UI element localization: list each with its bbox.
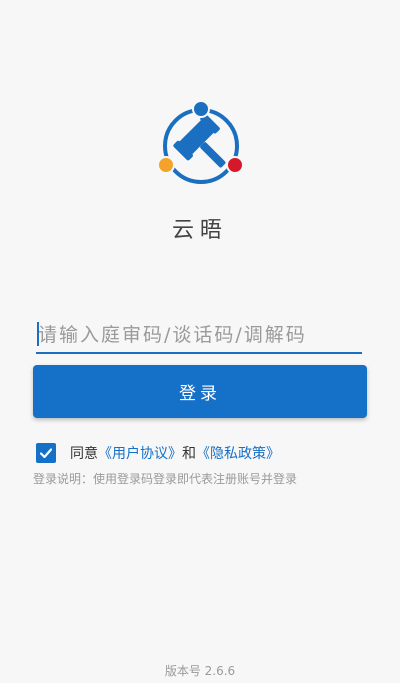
user-agreement-link[interactable]: 《用户协议》 xyxy=(98,443,182,463)
app-name: 云晤 xyxy=(171,218,228,243)
version-label: 版本号 2.6.6 xyxy=(164,664,236,678)
check-icon xyxy=(39,448,53,459)
login-code-input[interactable] xyxy=(36,318,362,352)
text-caret xyxy=(37,322,39,346)
agreement-prefix: 同意 xyxy=(70,446,98,462)
app-logo-icon xyxy=(157,100,244,184)
privacy-policy-link[interactable]: 《隐私政策》 xyxy=(196,443,280,463)
agreement-conjunction: 和 xyxy=(182,446,196,462)
login-note: 登录说明：使用登录码登录即代表注册账号并登录 xyxy=(33,472,298,486)
agreement-checkbox[interactable] xyxy=(36,443,56,463)
login-button[interactable]: 登录 xyxy=(33,365,367,418)
agreement-row: 同意 《用户协议》 和 《隐私政策》 xyxy=(36,441,280,465)
login-code-field[interactable] xyxy=(36,318,362,354)
